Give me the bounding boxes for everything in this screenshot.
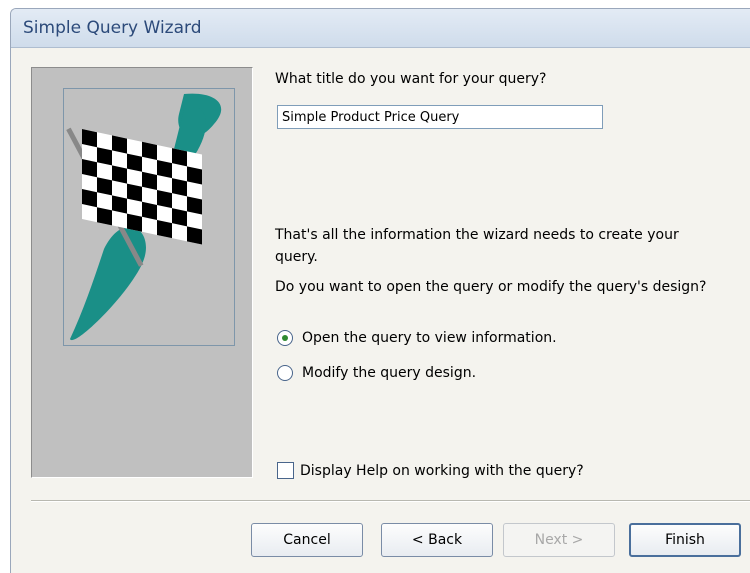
open-query-option[interactable]: Open the query to view information. — [277, 330, 557, 346]
checkered-flag-icon — [66, 93, 222, 341]
window-title: Simple Query Wizard — [23, 18, 202, 38]
cancel-button[interactable]: Cancel — [251, 523, 363, 557]
modify-design-radio[interactable] — [277, 365, 293, 381]
display-help-label: Display Help on working with the query? — [300, 462, 584, 479]
wizard-picture-panel — [31, 67, 253, 478]
info-text-line2: query. — [275, 249, 318, 265]
query-wizard-dialog: Simple Query Wizard What title do you wa… — [10, 8, 750, 573]
modify-design-option[interactable]: Modify the query design. — [277, 365, 476, 381]
info-text-line1: That's all the information the wizard ne… — [275, 227, 679, 243]
next-button: Next > — [503, 523, 615, 557]
open-query-label: Open the query to view information. — [302, 330, 557, 346]
button-separator — [31, 500, 750, 502]
open-or-modify-prompt: Do you want to open the query or modify … — [275, 279, 707, 295]
title-bar[interactable]: Simple Query Wizard — [11, 9, 750, 48]
query-title-input[interactable] — [277, 105, 603, 129]
wizard-picture-card — [63, 88, 235, 346]
display-help-checkbox[interactable] — [277, 462, 294, 479]
modify-design-label: Modify the query design. — [302, 365, 477, 381]
display-help-option[interactable]: Display Help on working with the query? — [277, 462, 584, 479]
title-prompt: What title do you want for your query? — [275, 71, 547, 87]
open-query-radio[interactable] — [277, 330, 293, 346]
back-button[interactable]: < Back — [381, 523, 493, 557]
finish-button[interactable]: Finish — [629, 523, 741, 557]
